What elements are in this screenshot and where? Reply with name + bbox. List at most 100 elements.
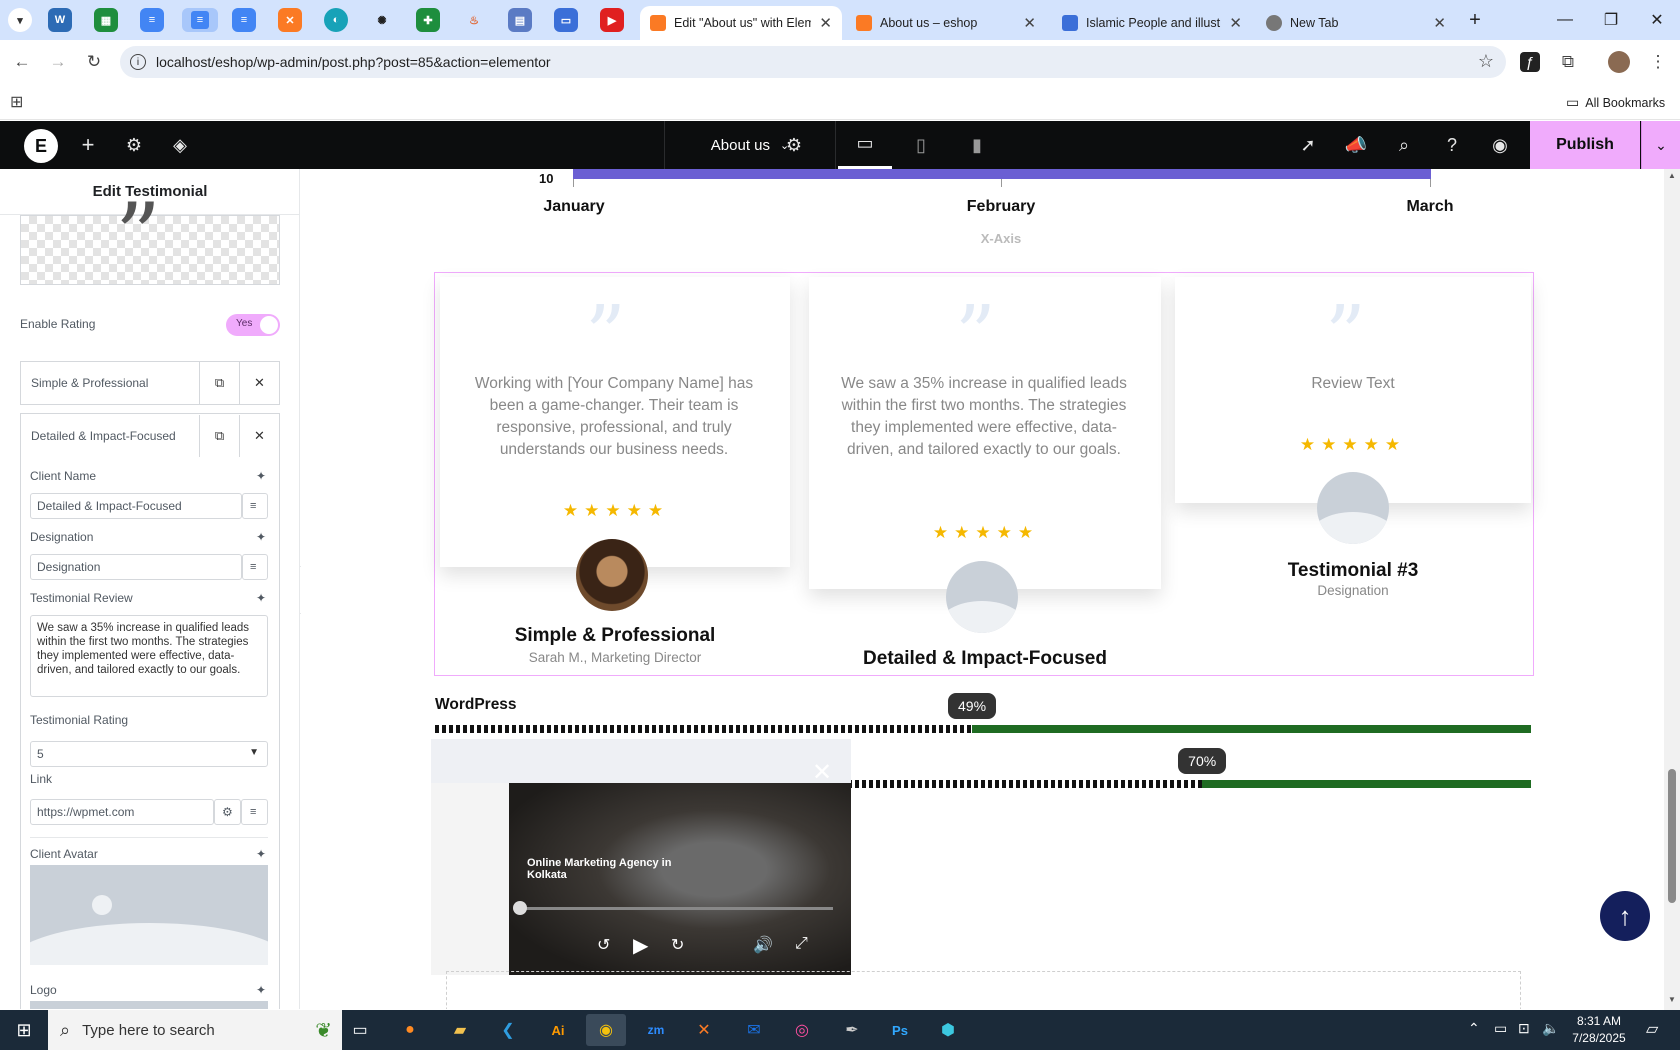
client-avatar-placeholder[interactable]	[30, 865, 268, 965]
pinned-tab-docs[interactable]: ≡	[140, 8, 164, 32]
enable-rating-toggle[interactable]: Yes	[226, 314, 280, 336]
site-settings-sliders-icon[interactable]: ⚙	[122, 121, 146, 169]
publish-button[interactable]: Publish	[1530, 121, 1640, 169]
pinned-tab-tool[interactable]: ▤	[508, 8, 532, 32]
client-name-input[interactable]: Detailed & Impact-Focused	[30, 493, 242, 519]
forward-icon[interactable]: ↻	[671, 935, 684, 955]
xampp-icon[interactable]: ✕	[684, 1014, 724, 1046]
minimize-icon[interactable]: —	[1550, 6, 1580, 34]
pinned-tab-docs-active[interactable]: ≡	[182, 8, 218, 32]
pinned-tab-youtube[interactable]: ▶	[600, 8, 624, 32]
pinned-tab-xampp[interactable]: ✕	[278, 8, 302, 32]
quote-icon-preview[interactable]: ”	[20, 192, 280, 285]
notifications-icon[interactable]: ▱	[1646, 1019, 1658, 1039]
search-icon[interactable]: ⌕	[1392, 121, 1416, 169]
volume-icon[interactable]: 🔊	[753, 935, 773, 955]
windows-start-icon[interactable]: ⊞	[4, 1014, 44, 1046]
ai-sparkle-icon[interactable]: ✦	[256, 847, 266, 861]
repeater-item-simple-professional[interactable]: Simple & Professional ⧉ ✕	[20, 361, 280, 405]
help-icon[interactable]: ?	[1440, 121, 1464, 169]
show-hidden-icons[interactable]: ⌃	[1468, 1020, 1480, 1037]
dynamic-tags-icon[interactable]: ≡	[241, 799, 268, 825]
link-input[interactable]: https://wpmet.com	[30, 799, 214, 825]
reload-icon[interactable]: ↻	[82, 50, 106, 74]
illustrator-icon[interactable]: Ai	[538, 1014, 578, 1046]
video-seek-handle[interactable]	[513, 901, 527, 915]
file-explorer-icon[interactable]: ▰	[440, 1014, 480, 1046]
ai-sparkle-icon[interactable]: ✦	[256, 530, 266, 544]
elementor-logo-icon[interactable]: E	[24, 129, 58, 163]
scroll-thumb[interactable]	[1668, 769, 1676, 903]
add-element-icon[interactable]: +	[76, 121, 100, 169]
tab-islamic-people[interactable]: Islamic People and illustr ✕	[1052, 6, 1252, 40]
publish-options-chevron-icon[interactable]: ⌄	[1641, 121, 1680, 169]
bookmark-star-icon[interactable]: ☆	[1478, 51, 1494, 72]
ai-sparkle-icon[interactable]: ✦	[256, 591, 266, 605]
new-tab-icon[interactable]: +	[1460, 6, 1490, 34]
clock[interactable]: 8:31 AM 7/28/2025	[1566, 1013, 1632, 1047]
apps-grid-icon[interactable]: ⊞	[10, 92, 23, 112]
rewind-icon[interactable]: ↺	[597, 935, 610, 955]
pinned-tab-sheets-2[interactable]: ✚	[416, 8, 440, 32]
close-tab-icon[interactable]: ✕	[819, 14, 832, 32]
logo-placeholder[interactable]	[30, 1001, 268, 1009]
tab-about-us-eshop[interactable]: About us – eshop ✕	[846, 6, 1046, 40]
profile-avatar[interactable]	[1608, 51, 1630, 73]
restore-icon[interactable]: ❐	[1596, 6, 1626, 34]
video-player[interactable]: Online Marketing Agency in Kolkata ✕ ↺ ▶…	[431, 739, 851, 975]
launch-rocket-icon[interactable]: ➚	[1296, 121, 1320, 169]
site-info-icon[interactable]: i	[130, 54, 146, 70]
task-view-icon[interactable]: ▭	[340, 1014, 380, 1046]
network-icon[interactable]: ⊡	[1518, 1020, 1530, 1037]
scroll-up-arrow[interactable]: ▲	[1668, 171, 1676, 180]
close-tab-icon[interactable]: ✕	[1433, 14, 1446, 32]
remove-icon[interactable]: ✕	[239, 362, 279, 404]
menu-kebab-icon[interactable]: ⋮	[1646, 50, 1670, 74]
pinned-tab-app[interactable]: ♨	[462, 8, 486, 32]
testimonial-review-textarea[interactable]: We saw a 35% increase in qualified leads…	[30, 615, 268, 697]
desktop-view-icon[interactable]: ▭	[838, 121, 892, 169]
address-bar[interactable]: i localhost/eshop/wp-admin/post.php?post…	[120, 46, 1506, 78]
tab-edit-about-us[interactable]: Edit "About us" with Elem ✕	[640, 6, 842, 40]
pinned-tab-sheets[interactable]: ▦	[94, 8, 118, 32]
duplicate-icon[interactable]: ⧉	[199, 362, 239, 404]
forward-icon[interactable]: →	[46, 50, 70, 74]
extension-icon[interactable]: ƒ	[1520, 52, 1540, 72]
ai-sparkle-icon[interactable]: ✦	[256, 469, 266, 483]
pinned-tab-wordpress[interactable]: W	[48, 8, 72, 32]
page-settings-gear-icon[interactable]: ⚙	[782, 121, 806, 169]
canvas-scrollbar[interactable]: ▲ ▼	[1664, 169, 1680, 1010]
chrome-icon[interactable]: ◉	[586, 1014, 626, 1046]
mobile-view-icon[interactable]: ▮	[950, 121, 1004, 169]
outlook-icon[interactable]: ✉	[734, 1014, 774, 1046]
pinned-tab-docs-2[interactable]: ≡	[232, 8, 256, 32]
scroll-down-arrow[interactable]: ▼	[1668, 995, 1676, 1004]
video-close-icon[interactable]: ✕	[807, 757, 837, 787]
creative-cloud-icon[interactable]: ◎	[782, 1014, 822, 1046]
photoshop-icon[interactable]: Ps	[880, 1014, 920, 1046]
tablet-view-icon[interactable]: ▯	[894, 121, 948, 169]
close-tab-icon[interactable]: ✕	[1229, 14, 1242, 32]
network-display-icon[interactable]: ▭	[1494, 1020, 1507, 1037]
play-icon[interactable]: ▶	[633, 933, 648, 958]
close-tab-icon[interactable]: ✕	[1023, 14, 1036, 32]
tab-new-tab[interactable]: New Tab ✕	[1256, 6, 1456, 40]
zoom-icon[interactable]: zm	[636, 1014, 676, 1046]
pen-tool-icon[interactable]: ✒	[832, 1014, 872, 1046]
ai-sparkle-icon[interactable]: ✦	[256, 983, 266, 997]
structure-layers-icon[interactable]: ◈	[168, 121, 192, 169]
vscode-icon[interactable]: ❮	[488, 1014, 528, 1046]
dynamic-tags-icon[interactable]: ≡	[242, 554, 268, 580]
app-icon[interactable]: ⬢	[928, 1014, 968, 1046]
link-options-gear-icon[interactable]: ⚙	[214, 799, 241, 825]
video-seek-track[interactable]	[521, 907, 833, 910]
close-window-icon[interactable]: ✕	[1642, 6, 1672, 34]
empty-section-dropzone[interactable]	[446, 971, 1521, 1009]
designation-input[interactable]: Designation	[30, 554, 242, 580]
testimonial-rating-select[interactable]: 5 ▼	[30, 741, 268, 767]
firefox-icon[interactable]: ●	[390, 1014, 430, 1046]
back-icon[interactable]: ←	[10, 50, 34, 74]
duplicate-icon[interactable]: ⧉	[199, 414, 239, 457]
taskbar-search-box[interactable]: ⌕ Type here to search ❦	[48, 1010, 342, 1050]
pinned-tab-forms[interactable]: ▭	[554, 8, 578, 32]
